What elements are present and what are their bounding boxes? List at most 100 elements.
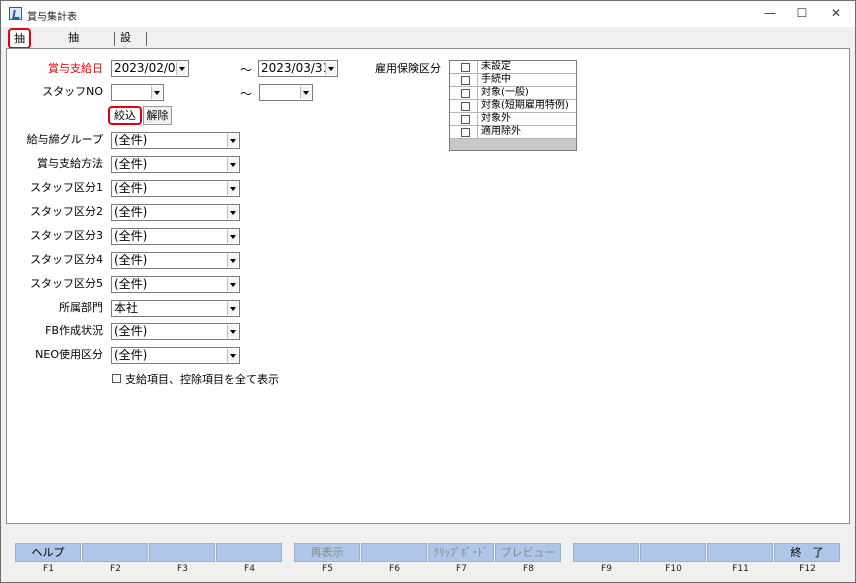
chevron-down-icon[interactable] [227, 158, 238, 171]
column-divider [477, 74, 478, 86]
function-key-bar: ヘルプ 再表示 ｸﾘｯﾌﾟﾎﾞｰﾄﾞ プレビュー 終 了 [15, 543, 840, 564]
chevron-down-icon[interactable] [227, 325, 238, 338]
fkey-number: F3 [177, 564, 188, 574]
tab-divider [114, 32, 115, 46]
field-combo[interactable]: (全件) [111, 323, 240, 340]
chevron-down-icon[interactable] [325, 62, 336, 75]
list-item-label: 未設定 [481, 61, 511, 72]
field-combo[interactable]: (全件) [111, 276, 240, 293]
fkey-number: F5 [322, 564, 333, 574]
filter-button[interactable]: 絞込 [108, 106, 142, 125]
field-label: スタッフ区分1 [30, 181, 103, 194]
tab-extract-conditions[interactable]: 抽出条件 [8, 28, 31, 96]
insurance-listbox[interactable]: 未設定 手続中 対象(一般) 対象(短期雇用特例) 対象外 適用除外 [449, 60, 577, 151]
f2-button[interactable] [82, 543, 148, 562]
checkbox[interactable] [461, 63, 470, 72]
fkey-number: F12 [799, 564, 816, 574]
staff-no-to-combo[interactable] [259, 84, 313, 101]
window-title: 賞与集計表 [27, 12, 77, 23]
f5-refresh-button[interactable]: 再表示 [294, 543, 360, 562]
field-label: スタッフ区分5 [30, 277, 103, 290]
column-divider [477, 126, 478, 138]
checkbox[interactable] [461, 89, 470, 98]
field-label: NEO使用区分 [35, 348, 103, 361]
field-value: (全件) [114, 133, 148, 147]
field-combo[interactable]: (全件) [111, 252, 240, 269]
field-value: (全件) [114, 205, 148, 219]
chevron-down-icon[interactable] [227, 134, 238, 147]
staff-no-label: スタッフNO [42, 85, 103, 98]
f11-button[interactable] [707, 543, 773, 562]
chevron-down-icon[interactable] [227, 206, 238, 219]
field-value: (全件) [114, 253, 148, 267]
field-combo[interactable]: (全件) [111, 347, 240, 364]
f9-button[interactable] [573, 543, 639, 562]
field-value: (全件) [114, 277, 148, 291]
field-value: 本社 [114, 301, 139, 315]
f1-help-button[interactable]: ヘルプ [15, 543, 81, 562]
field-combo[interactable]: (全件) [111, 132, 240, 149]
chevron-down-icon[interactable] [227, 230, 238, 243]
f7-clipboard-button[interactable]: ｸﾘｯﾌﾟﾎﾞｰﾄﾞ [428, 543, 494, 562]
field-combo[interactable]: (全件) [111, 156, 240, 173]
chevron-down-icon[interactable] [300, 86, 311, 99]
list-item-label: 手続中 [481, 74, 511, 85]
chevron-down-icon[interactable] [227, 278, 238, 291]
f3-button[interactable] [149, 543, 215, 562]
list-item-label: 対象(短期雇用特例) [481, 100, 569, 111]
chevron-down-icon[interactable] [151, 86, 162, 99]
field-label: FB作成状況 [45, 324, 103, 337]
range-tilde: 〜 [240, 87, 253, 101]
show-all-checkbox[interactable] [112, 374, 121, 383]
bonus-date-to-combo[interactable]: 2023/03/31 [258, 60, 338, 77]
f8-preview-button[interactable]: プレビュー [495, 543, 561, 562]
bonus-date-from-combo[interactable]: 2023/02/01 [111, 60, 189, 77]
chevron-down-icon[interactable] [227, 254, 238, 267]
checkbox[interactable] [461, 102, 470, 111]
column-divider [477, 87, 478, 99]
chevron-down-icon[interactable] [227, 182, 238, 195]
column-divider [477, 113, 478, 125]
fkey-number: F7 [456, 564, 467, 574]
checkbox[interactable] [461, 115, 470, 124]
field-combo[interactable]: (全件) [111, 204, 240, 221]
list-item[interactable]: 対象外 [450, 113, 576, 126]
list-item-label: 適用除外 [481, 126, 521, 137]
list-item[interactable]: 手続中 [450, 74, 576, 87]
list-item-label: 対象外 [481, 113, 511, 124]
field-combo[interactable]: (全件) [111, 228, 240, 245]
field-label: スタッフ区分4 [30, 253, 103, 266]
title-bar: 賞与集計表 [1, 1, 855, 27]
field-label: 給与締グループ [26, 133, 103, 146]
fkey-number: F11 [732, 564, 749, 574]
field-combo[interactable]: 本社 [111, 300, 240, 317]
fkey-number: F6 [389, 564, 400, 574]
field-combo[interactable]: (全件) [111, 180, 240, 197]
column-divider [477, 100, 478, 112]
clear-button[interactable]: 解除 [143, 106, 172, 125]
range-tilde: 〜 [240, 63, 253, 77]
checkbox[interactable] [461, 128, 470, 137]
chevron-down-icon[interactable] [227, 302, 238, 315]
f4-button[interactable] [216, 543, 282, 562]
fkey-number: F4 [244, 564, 255, 574]
checkbox[interactable] [461, 76, 470, 85]
list-item[interactable]: 適用除外 [450, 126, 576, 139]
tab-settings[interactable]: 設定 [116, 30, 135, 60]
list-item[interactable]: 対象(一般) [450, 87, 576, 100]
f6-button[interactable] [361, 543, 427, 562]
chevron-down-icon[interactable] [227, 349, 238, 362]
list-item[interactable]: 対象(短期雇用特例) [450, 100, 576, 113]
app-icon [9, 7, 22, 20]
f12-exit-button[interactable]: 終 了 [774, 543, 840, 562]
field-label: 所属部門 [59, 301, 103, 314]
close-button[interactable]: ✕ [816, 0, 856, 26]
list-item[interactable]: 未設定 [450, 61, 576, 74]
tab-extract-results[interactable]: 抽出結果 [64, 30, 83, 92]
field-label: スタッフ区分3 [30, 229, 103, 242]
field-label: 賞与支給方法 [37, 157, 103, 170]
insurance-label: 雇用保険区分 [375, 62, 441, 75]
f10-button[interactable] [640, 543, 706, 562]
chevron-down-icon[interactable] [176, 62, 187, 75]
staff-no-from-combo[interactable] [111, 84, 164, 101]
